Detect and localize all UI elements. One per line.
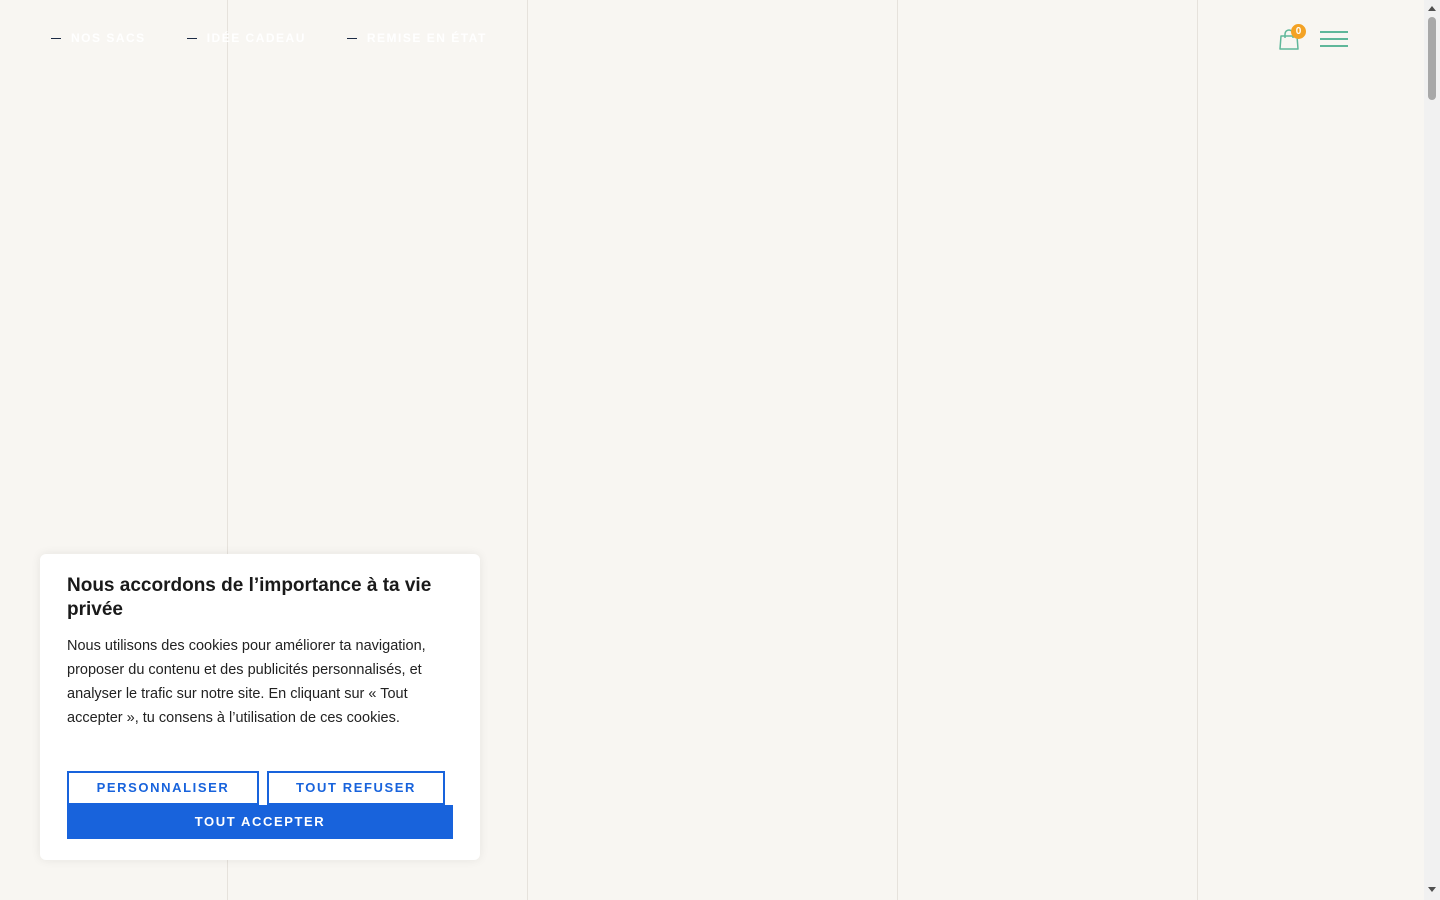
nav-label: REMISE EN ÉTAT — [366, 31, 487, 45]
nav-item-nos-sacs[interactable]: NOS SACS — [51, 30, 146, 46]
grid-line — [897, 0, 898, 900]
grid-line — [527, 0, 528, 900]
nav-dash — [346, 37, 357, 39]
page: NOS SACS IDÉE CADEAU REMISE EN ÉTAT 0 No… — [0, 0, 1440, 900]
refuse-all-button[interactable]: TOUT REFUSER — [267, 771, 445, 805]
menu-line — [1320, 38, 1348, 40]
scroll-up-arrow-icon[interactable] — [1428, 6, 1436, 11]
nav-label: IDÉE CADEAU — [206, 31, 306, 45]
accept-all-button[interactable]: TOUT ACCEPTER — [67, 805, 453, 839]
menu-line — [1320, 31, 1348, 33]
hamburger-menu-button[interactable] — [1320, 31, 1348, 47]
vertical-scrollbar[interactable] — [1424, 0, 1440, 900]
cart-button[interactable]: 0 — [1276, 24, 1310, 54]
nav-dash — [186, 37, 197, 39]
nav-item-idee-cadeau[interactable]: IDÉE CADEAU — [186, 30, 306, 46]
menu-line — [1320, 45, 1348, 47]
cookie-description: Nous utilisons des cookies pour améliore… — [67, 638, 426, 726]
grid-line — [1197, 0, 1198, 900]
nav-item-remise-en-etat[interactable]: REMISE EN ÉTAT — [346, 30, 487, 46]
nav-dash — [51, 37, 61, 39]
main-nav: NOS SACS IDÉE CADEAU REMISE EN ÉTAT — [51, 30, 528, 46]
scrollbar-thumb[interactable] — [1428, 17, 1436, 100]
scroll-down-arrow-icon[interactable] — [1428, 887, 1436, 892]
cookie-consent-banner: Nous accordons de l’importance à ta vie … — [40, 554, 480, 860]
customize-button[interactable]: PERSONNALISER — [67, 771, 259, 805]
cookie-title: Nous accordons de l’importance à ta vie … — [67, 575, 432, 620]
nav-label: NOS SACS — [71, 31, 146, 45]
cart-count-badge: 0 — [1291, 24, 1306, 39]
